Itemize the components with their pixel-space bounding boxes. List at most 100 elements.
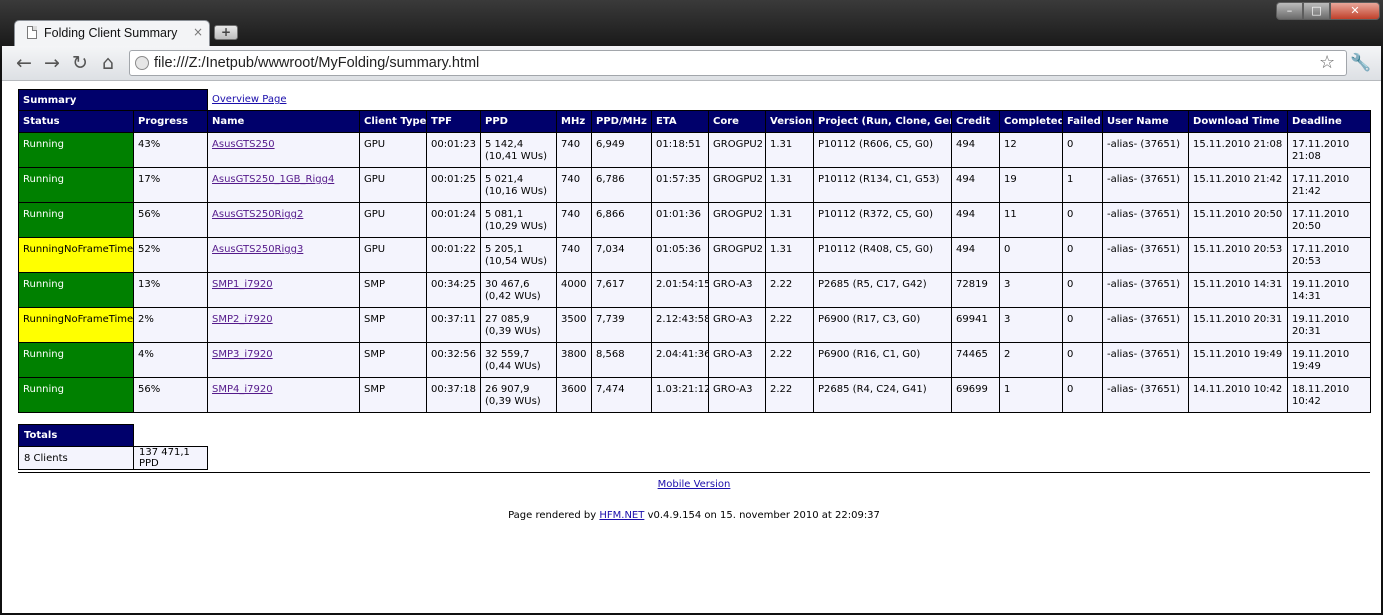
core-cell: GROGPU2 (708, 237, 767, 273)
tab-close-icon[interactable]: × (193, 25, 203, 39)
page-viewport: Summary Overview Page Status Progress Name… (2, 81, 1381, 613)
status-cell: Running (18, 202, 134, 238)
client-type-cell: SMP (359, 377, 428, 413)
completed-cell: 0 (999, 237, 1064, 273)
bookmark-star-icon[interactable]: ☆ (1319, 53, 1335, 73)
tpf-cell: 00:37:18 (426, 377, 482, 413)
user-cell: -alias- (37651) (1102, 342, 1190, 378)
tab-folding-summary[interactable]: Folding Client Summary × (14, 20, 210, 46)
ppd-mhz-cell: 7,739 (591, 307, 653, 343)
address-bar: ☆ (129, 50, 1347, 76)
deadline-cell: 17.11.2010 20:53 (1287, 237, 1372, 273)
ppd-mhz-cell: 6,949 (591, 132, 653, 168)
ppd-cell: 30 467,6 (0,42 WUs) (480, 272, 558, 308)
column-header: MHz (556, 110, 593, 133)
progress-cell: 52% (132, 237, 209, 273)
version-cell: 2.22 (765, 272, 815, 308)
table-row: Running 13% SMP1_i7920 SMP 00:34:25 30 467,6 … (18, 272, 1372, 308)
client-name-link[interactable]: AsusGTS250Rigg2 (212, 209, 303, 220)
download-cell: 15.11.2010 21:42 (1188, 167, 1289, 203)
user-cell: -alias- (37651) (1102, 237, 1190, 273)
mhz-cell: 740 (556, 237, 593, 273)
client-name-link[interactable]: SMP3_i7920 (212, 349, 273, 360)
column-header: Completed (999, 110, 1064, 133)
close-window-button[interactable]: ✕ (1330, 2, 1380, 20)
client-type-cell: GPU (359, 202, 428, 238)
column-header: Name (207, 110, 361, 133)
table-row: Running 56% SMP4_i7920 SMP 00:37:18 26 907,9 … (18, 377, 1372, 413)
core-cell: GROGPU2 (708, 132, 767, 168)
mobile-version-row: Mobile Version (18, 479, 1370, 490)
completed-cell: 11 (999, 202, 1064, 238)
credit-cell: 72819 (951, 272, 1001, 308)
column-header: Progress (132, 110, 209, 133)
credit-cell: 69941 (951, 307, 1001, 343)
tpf-cell: 00:37:11 (426, 307, 482, 343)
version-cell: 2.22 (765, 342, 815, 378)
home-icon[interactable]: ⌂ (97, 52, 119, 74)
ppd-mhz-cell: 6,786 (591, 167, 653, 203)
table-row: RunningNoFrameTimes 2% SMP2_i7920 SMP 00:37:… (18, 307, 1372, 343)
credit-cell: 74465 (951, 342, 1001, 378)
credit-cell: 494 (951, 202, 1001, 238)
minimize-button[interactable]: – (1276, 2, 1303, 20)
client-name-link[interactable]: SMP4_i7920 (212, 384, 273, 395)
core-cell: GRO-A3 (708, 272, 767, 308)
mhz-cell: 740 (556, 132, 593, 168)
deadline-cell: 19.11.2010 20:31 (1287, 307, 1372, 343)
reload-icon[interactable]: ↻ (69, 52, 91, 74)
client-name-link[interactable]: SMP1_i7920 (212, 279, 273, 290)
mhz-cell: 740 (556, 167, 593, 203)
name-cell: AsusGTS250Rigg2 (207, 202, 361, 238)
mhz-cell: 3500 (556, 307, 593, 343)
hfm-net-link[interactable]: HFM.NET (599, 510, 644, 521)
column-header: PPD (480, 110, 558, 133)
deadline-cell: 19.11.2010 14:31 (1287, 272, 1372, 308)
name-cell: SMP3_i7920 (207, 342, 361, 378)
mobile-version-link[interactable]: Mobile Version (658, 479, 731, 490)
wrench-icon[interactable]: 🔧 (1350, 52, 1371, 74)
version-cell: 2.22 (765, 377, 815, 413)
download-cell: 15.11.2010 20:53 (1188, 237, 1289, 273)
forward-arrow-icon[interactable]: → (41, 52, 63, 74)
window-controls: – □ ✕ (1276, 2, 1380, 20)
credit-cell: 494 (951, 167, 1001, 203)
project-cell: P6900 (R16, C1, G0) (813, 342, 953, 378)
completed-cell: 2 (999, 342, 1064, 378)
overview-page-link[interactable]: Overview Page (212, 94, 286, 105)
status-cell: Running (18, 377, 134, 413)
core-cell: GRO-A3 (708, 342, 767, 378)
url-input[interactable] (154, 51, 1314, 75)
eta-cell: 2.04:41:36 (651, 342, 710, 378)
project-cell: P6900 (R17, C3, G0) (813, 307, 953, 343)
version-cell: 1.31 (765, 237, 815, 273)
download-cell: 15.11.2010 19:49 (1188, 342, 1289, 378)
tpf-cell: 00:01:24 (426, 202, 482, 238)
eta-cell: 2.12:43:58 (651, 307, 710, 343)
client-name-link[interactable]: AsusGTS250 (212, 139, 275, 150)
ppd-mhz-cell: 7,617 (591, 272, 653, 308)
progress-cell: 2% (132, 307, 209, 343)
new-tab-button[interactable]: + (214, 25, 238, 40)
client-name-link[interactable]: AsusGTS250Rigg3 (212, 244, 303, 255)
progress-cell: 13% (132, 272, 209, 308)
name-cell: SMP2_i7920 (207, 307, 361, 343)
mhz-cell: 3800 (556, 342, 593, 378)
credit-cell: 494 (951, 237, 1001, 273)
page-content: Summary Overview Page Status Progress Name… (17, 89, 1372, 521)
tpf-cell: 00:01:22 (426, 237, 482, 273)
eta-cell: 2.01:54:15 (651, 272, 710, 308)
column-header: Version (765, 110, 815, 133)
version-cell: 1.31 (765, 167, 815, 203)
tab-strip: Folding Client Summary × + – □ ✕ (0, 0, 1383, 46)
credit-cell: 69699 (951, 377, 1001, 413)
maximize-button[interactable]: □ (1303, 2, 1330, 20)
back-arrow-icon[interactable]: ← (13, 52, 35, 74)
project-cell: P10112 (R606, C5, G0) (813, 132, 953, 168)
column-header: Credit (951, 110, 1001, 133)
client-name-link[interactable]: SMP2_i7920 (212, 314, 273, 325)
progress-cell: 17% (132, 167, 209, 203)
client-name-link[interactable]: AsusGTS250_1GB_Rigg4 (212, 174, 334, 185)
column-header: Project (Run, Clone, Gen) (813, 110, 953, 133)
column-header-row: Status Progress Name Client Type TPF PPD MHz PP… (18, 110, 1372, 133)
